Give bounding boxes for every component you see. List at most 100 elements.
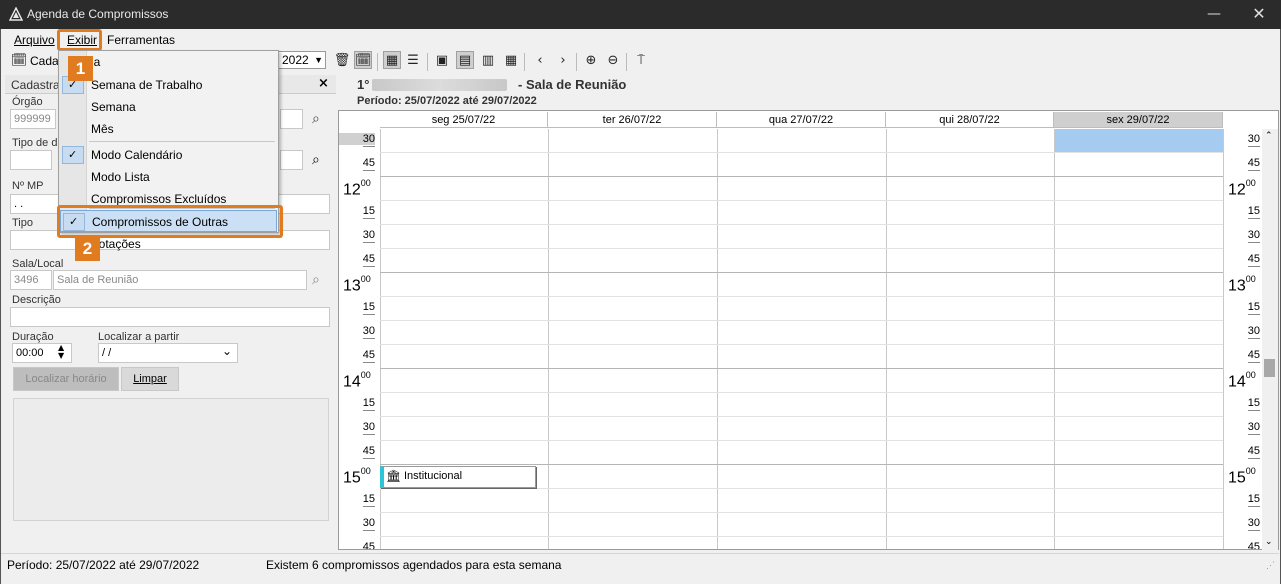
hour-number: 15 <box>343 469 361 487</box>
hour-minutes: 00 <box>1245 274 1256 284</box>
calendar-mode-icon[interactable]: ▦ <box>383 51 401 69</box>
day-header[interactable]: qui 28/07/22 <box>886 112 1054 128</box>
hour-label: 1400 <box>1228 370 1256 391</box>
day-header[interactable]: sex 29/07/22 <box>1054 112 1223 128</box>
time-tick <box>363 506 375 507</box>
hour-minutes: 00 <box>1245 178 1256 188</box>
workweek-view-icon[interactable]: ▤ <box>456 51 474 69</box>
previous-icon[interactable]: ‹ <box>531 52 549 70</box>
time-tick <box>363 218 375 219</box>
window-title: Agenda de Compromissos <box>27 7 169 21</box>
next-icon[interactable]: › <box>554 52 572 70</box>
time-tick <box>1248 218 1260 219</box>
time-column-right: 30 45 1200 15 30 45 1300 15 30 45 1400 15 30 45 1500 15… <box>1224 129 1264 549</box>
time-label: 45 <box>1247 157 1260 169</box>
hour-number: 12 <box>343 181 361 199</box>
slot-divider <box>380 152 1223 153</box>
scroll-thumb[interactable] <box>1264 359 1275 377</box>
spinner-icon[interactable]: ▲ ▼ <box>58 344 64 360</box>
time-column-left: 30 45 1200 15 30 45 1300 15 30 45 1400 15 30 45 1500 15… <box>339 129 379 549</box>
menu-item-label: Semana <box>91 100 136 114</box>
time-tick <box>363 242 375 243</box>
day-header[interactable]: qua 27/07/22 <box>717 112 886 128</box>
day-header[interactable]: seg 25/07/22 <box>380 112 548 128</box>
orgao-name-field[interactable] <box>280 109 303 129</box>
status-bar: Período: 25/07/2022 até 29/07/2022 Exist… <box>1 553 1279 576</box>
scroll-up-icon[interactable]: ⌃ <box>1265 131 1273 141</box>
date-combo[interactable]: 2022 ▼ <box>278 51 326 69</box>
search-icon[interactable]: ⌕ <box>312 152 320 168</box>
filter-icon[interactable]: ⍑ <box>632 52 650 70</box>
hour-label: 1500 <box>1228 466 1256 487</box>
appointment-institucional[interactable]: 🏛 Institucional <box>380 466 536 488</box>
time-label: 45 <box>362 253 375 265</box>
zoom-in-icon[interactable]: ⊕ <box>582 52 600 70</box>
time-tick <box>363 410 375 411</box>
time-label: 15 <box>1247 493 1260 505</box>
search-icon[interactable]: ⌕ <box>312 111 320 127</box>
menu-item[interactable]: Semana <box>60 96 277 118</box>
tipo-de-name-field[interactable] <box>280 150 303 170</box>
menu-arquivo[interactable]: Arquivo <box>14 33 55 47</box>
column-divider <box>717 129 718 549</box>
menu-item[interactable]: Modo Lista <box>60 166 277 188</box>
tipo-de-code-field[interactable] <box>10 150 52 170</box>
hour-number: 14 <box>343 373 361 391</box>
sala-code-field[interactable]: 3496 <box>10 270 52 290</box>
calendar-grid[interactable]: 30 45 1200 15 30 45 1300 15 30 45 1400 15 30 45 1500 15… <box>338 110 1279 550</box>
institution-icon: 🏛 <box>386 469 402 483</box>
slot-divider <box>380 392 1223 393</box>
month-view-icon[interactable]: ▦ <box>502 52 520 70</box>
localizar-partir-field[interactable]: / / <box>98 343 238 363</box>
day-view-icon[interactable]: ▣ <box>433 52 451 70</box>
redacted-text <box>372 79 507 91</box>
toolbar-separator <box>626 53 627 71</box>
menu-item-label: Modo Lista <box>91 170 150 184</box>
localizar-horario-button[interactable]: Localizar horário <box>13 367 119 391</box>
close-window-button[interactable]: ✕ <box>1244 2 1274 26</box>
search-icon[interactable]: ⌕ <box>312 272 320 288</box>
sala-name-field[interactable]: Sala de Reunião <box>53 270 307 290</box>
hour-label: 1500 <box>343 466 371 487</box>
scroll-down-icon[interactable]: ⌄ <box>1265 537 1273 547</box>
slot-divider <box>380 200 1223 201</box>
menu-ferramentas[interactable]: Ferramentas <box>107 33 175 47</box>
vertical-scrollbar[interactable]: ⌃ ⌄ <box>1262 129 1278 550</box>
close-panel-icon[interactable]: × <box>318 76 329 91</box>
descricao-field[interactable] <box>10 307 330 327</box>
time-tick <box>363 146 375 147</box>
slot-divider <box>380 368 1223 369</box>
limpar-button[interactable]: Limpar <box>121 367 179 391</box>
resize-grip-icon[interactable]: ⋰ <box>1266 560 1275 571</box>
time-label: 30 <box>362 517 375 529</box>
zoom-out-icon[interactable]: ⊖ <box>604 52 622 70</box>
hour-minutes: 00 <box>360 370 371 380</box>
chevron-down-icon[interactable]: ⌄ <box>222 344 232 358</box>
day-header[interactable]: ter 26/07/22 <box>548 112 717 128</box>
tipo-de-label: Tipo de d <box>12 137 58 149</box>
orgao-code-field[interactable]: 999999 <box>10 109 56 129</box>
hour-label: 1200 <box>1228 178 1256 199</box>
time-label: 45 <box>362 157 375 169</box>
minimize-button[interactable]: — <box>1200 2 1228 26</box>
menu-item[interactable]: Mês <box>60 118 277 140</box>
list-mode-icon[interactable]: ☰ <box>404 52 422 70</box>
dropdown-arrow-icon: ▼ <box>314 55 323 65</box>
trash-icon[interactable]: 🗑 <box>333 52 351 70</box>
time-tick <box>363 530 375 531</box>
column-divider <box>1054 129 1055 549</box>
time-label: 15 <box>1247 205 1260 217</box>
panel-title: Cadastra <box>11 78 60 92</box>
calendar-view-icon[interactable]: 🗓 <box>354 51 372 69</box>
time-label: 30 <box>362 421 375 433</box>
time-tick <box>363 266 375 267</box>
menu-bar: Arquivo Exibir Ferramentas <box>1 30 1279 50</box>
calendar-add-icon[interactable]: 🗓 <box>10 52 28 70</box>
week-view-icon[interactable]: ▥ <box>479 52 497 70</box>
time-tick <box>363 362 375 363</box>
selected-slot[interactable] <box>1055 129 1223 152</box>
hour-label: 1300 <box>343 274 371 295</box>
hour-minutes: 00 <box>360 274 371 284</box>
menu-item[interactable]: ✓ Modo Calendário <box>60 144 277 166</box>
time-tick <box>363 314 375 315</box>
